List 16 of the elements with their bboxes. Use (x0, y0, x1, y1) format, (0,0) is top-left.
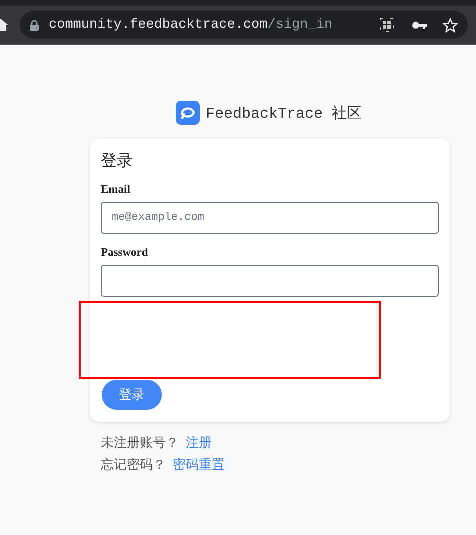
star-icon[interactable] (443, 18, 458, 32)
prompt-text: 忘记密码？ (101, 456, 166, 474)
site-name: FeedbackTrace 社区 (206, 104, 362, 122)
field-label: Email (101, 184, 132, 196)
key-icon[interactable] (412, 20, 427, 30)
password-field[interactable] (101, 265, 439, 297)
field-label: Password (101, 247, 150, 259)
qr-code-icon[interactable] (380, 18, 394, 32)
prompt-text: 未注册账号？ (101, 434, 179, 452)
text-link[interactable]: 注册 (186, 434, 212, 452)
email-field[interactable]: me@example.com (101, 202, 439, 234)
card-title: 登录 (101, 152, 134, 172)
login-button[interactable]: 登录 (102, 380, 162, 410)
text-link[interactable]: 密码重置 (173, 456, 225, 474)
logo-icon (176, 101, 200, 125)
lock-icon (30, 20, 39, 30)
